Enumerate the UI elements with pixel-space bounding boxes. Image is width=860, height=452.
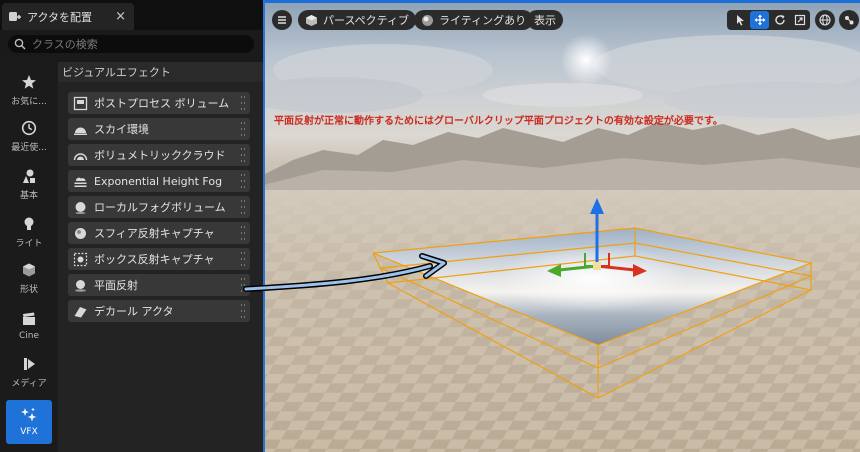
- annotation-arrow: [243, 253, 447, 292]
